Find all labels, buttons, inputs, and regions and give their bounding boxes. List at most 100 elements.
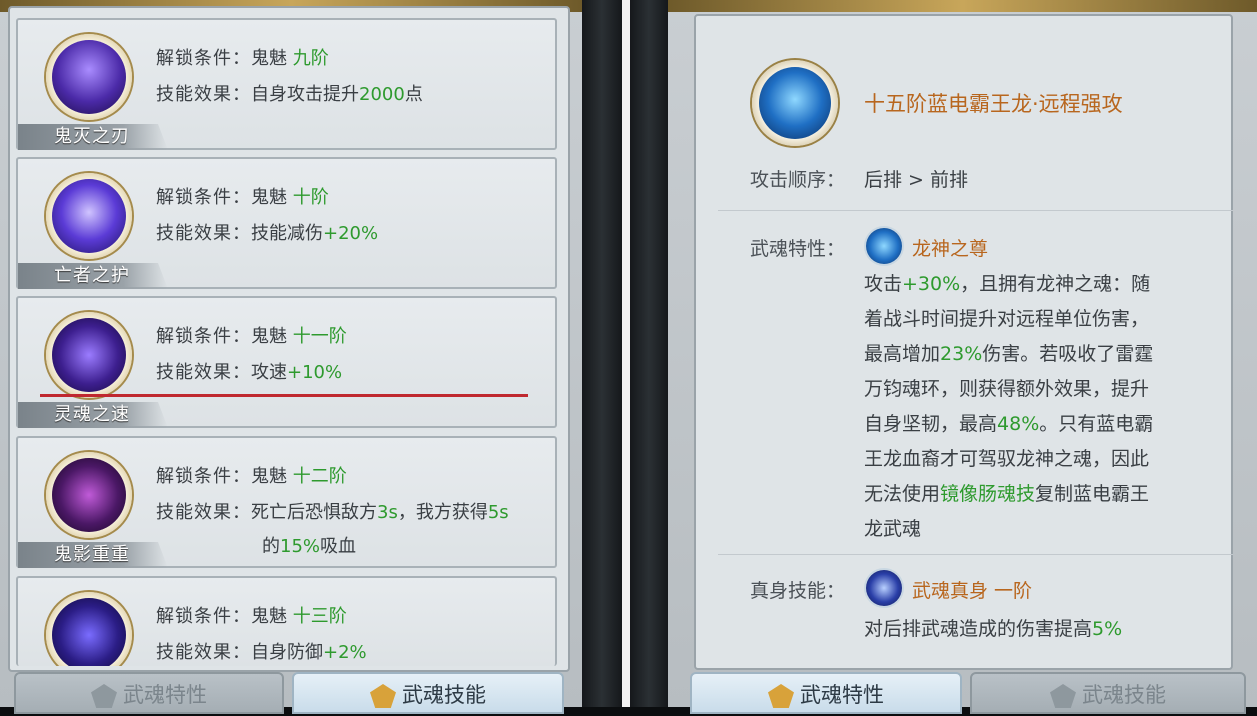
skull-shield-icon: [52, 598, 126, 666]
trait-description: 攻击+30%，且拥有龙神之魂：随 着战斗时间提升对远程单位伤害， 最高增加23%…: [864, 270, 1204, 550]
true-body-label: 真身技能：: [750, 580, 846, 602]
blue-dragon-icon: [759, 67, 831, 139]
divider-line: [718, 554, 1233, 555]
effect-value: 2000: [359, 84, 405, 105]
effect-text: 死亡后恐惧敌方: [251, 502, 377, 523]
trait-name: 龙神之尊: [912, 238, 989, 260]
wolf-emblem-icon: [768, 684, 794, 708]
unlock-base: 鬼魅: [251, 606, 287, 627]
unlock-tier: 九阶: [292, 48, 329, 69]
skill-card[interactable]: 鬼灭之刃 解锁条件：鬼魅 九阶 技能效果：自身攻击提升2000点: [16, 18, 557, 150]
trait-highlight: 23%: [940, 343, 983, 365]
skill-icon: [46, 173, 132, 259]
skill-icon: [46, 34, 132, 120]
tab-martial-soul-trait[interactable]: 武魂特性: [690, 672, 962, 714]
effect-label: 技能效果：: [156, 84, 251, 105]
gold-frame-top: [668, 0, 1257, 12]
unlock-tier: 十二阶: [292, 466, 347, 487]
skill-icon: [46, 312, 132, 398]
effect-text: 自身攻击提升: [251, 84, 359, 105]
attack-order-value: 后排 > 前排: [864, 169, 968, 191]
panel-divider: [582, 0, 622, 707]
effect-row: 技能效果：攻速+10%: [156, 358, 342, 384]
effect-text: 攻速: [251, 362, 287, 383]
dragon-emblem-icon: [1050, 684, 1076, 708]
skill-icon: [46, 452, 132, 538]
trait-highlight: +30%: [902, 273, 961, 295]
trait-text: 自身坚韧，最高: [864, 413, 998, 435]
skill-card[interactable]: 亡者之护 解锁条件：鬼魅 十阶 技能效果：技能减伤+20%: [16, 157, 557, 289]
effect-suffix: 点: [404, 84, 423, 105]
trait-line: 着战斗时间提升对远程单位伤害，: [864, 305, 1204, 340]
skill-name: 亡者之护: [54, 265, 130, 286]
fist-icon: [52, 40, 126, 114]
unlock-label: 解锁条件：: [156, 48, 251, 69]
trait-line: 无法使用镜像肠魂技复制蓝电霸王: [864, 480, 1204, 515]
spirit-hand-icon: [52, 318, 126, 392]
unlock-base: 鬼魅: [251, 187, 287, 208]
trait-text: 伤害。若吸收了雷霆: [982, 343, 1154, 365]
unlock-label: 解锁条件：: [156, 187, 251, 208]
divider-line: [718, 210, 1233, 211]
trait-line: 最高增加23%伤害。若吸收了雷霆: [864, 340, 1204, 375]
wolf-emblem-icon: [91, 684, 117, 708]
trait-text: 复制蓝电霸王: [1035, 483, 1150, 505]
true-body-description: 对后排武魂造成的伤害提高5%: [864, 614, 1122, 641]
trait-text: ，且拥有龙神之魂：随: [960, 273, 1151, 295]
claw-marks-icon: [52, 458, 126, 532]
unlock-base: 鬼魅: [251, 326, 287, 347]
effect-text: ，我方获得: [397, 502, 488, 523]
trait-text: 最高增加: [864, 343, 941, 365]
trait-line: 自身坚韧，最高48%。只有蓝电霸: [864, 410, 1204, 445]
effect-value: +10%: [287, 362, 343, 383]
tab-label: 武魂特性: [800, 683, 884, 707]
unlock-label: 解锁条件：: [156, 606, 251, 627]
effect-label: 技能效果：: [156, 362, 251, 383]
effect-row: 技能效果：死亡后恐惧敌方3s，我方获得5s: [156, 498, 509, 524]
unlock-row: 解锁条件：鬼魅 十一阶: [156, 322, 347, 348]
effect-value: 15%: [280, 536, 321, 557]
trait-text: 万钧魂环，则获得额外效果，提升: [864, 378, 1150, 400]
attack-order-label: 攻击顺序：: [750, 169, 846, 191]
trait-text: 。只有蓝电霸: [1039, 413, 1154, 435]
ghost-skull-icon: [52, 179, 126, 253]
unlock-label: 解锁条件：: [156, 466, 251, 487]
unlock-tier: 十一阶: [292, 326, 347, 347]
effect-text: 自身防御: [251, 642, 323, 663]
tab-martial-soul-trait[interactable]: 武魂特性: [14, 672, 284, 714]
true-body-text: 对后排武魂造成的伤害提高: [864, 618, 1093, 640]
unlock-base: 鬼魅: [251, 48, 287, 69]
trait-text: 无法使用: [864, 483, 941, 505]
tab-label: 武魂特性: [123, 683, 207, 707]
trait-highlight: 48%: [997, 413, 1040, 435]
effect-text: 吸血: [320, 536, 357, 557]
effect-label: 技能效果：: [156, 223, 251, 244]
white-gap: [622, 0, 630, 707]
trait-text: 着战斗时间提升对远程单位伤害，: [864, 308, 1150, 330]
effect-text: 技能减伤: [251, 223, 323, 244]
effect-label: 技能效果：: [156, 642, 251, 663]
skill-name: 鬼灭之刃: [54, 126, 130, 147]
effect-value: 5s: [487, 502, 509, 523]
effect-value: +20%: [323, 223, 379, 244]
effect-value: 3s: [377, 502, 398, 523]
skill-icon: [46, 592, 132, 666]
trait-line: 王龙血裔才可驾驭龙神之魂，因此: [864, 445, 1204, 480]
trait-line: 攻击+30%，且拥有龙神之魂：随: [864, 270, 1204, 305]
unlock-tier: 十阶: [292, 187, 329, 208]
trait-text: 王龙血裔才可驾驭龙神之魂，因此: [864, 448, 1150, 470]
effect-label: 技能效果：: [156, 502, 251, 523]
effect-row-continued: 的15%吸血: [262, 532, 356, 558]
skill-card[interactable]: 灵魂之速 解锁条件：鬼魅 十一阶 技能效果：攻速+10%: [16, 296, 557, 428]
martial-soul-title: 十五阶蓝电霸王龙·远程强攻: [864, 92, 1123, 116]
panel-divider: [630, 0, 668, 707]
tab-martial-soul-skill[interactable]: 武魂技能: [292, 672, 564, 714]
unlock-base: 鬼魅: [251, 466, 287, 487]
effect-text: 的: [262, 536, 280, 557]
trait-highlight: 镜像肠魂技: [940, 483, 1036, 505]
true-body-value: 5%: [1092, 618, 1123, 640]
tab-martial-soul-skill[interactable]: 武魂技能: [970, 672, 1246, 714]
skill-card[interactable]: 鬼影重重 解锁条件：鬼魅 十二阶 技能效果：死亡后恐惧敌方3s，我方获得5s 的…: [16, 436, 557, 568]
trait-text: 龙武魂: [864, 518, 922, 540]
skill-card[interactable]: 解锁条件：鬼魅 十三阶 技能效果：自身防御+2%: [16, 576, 557, 666]
